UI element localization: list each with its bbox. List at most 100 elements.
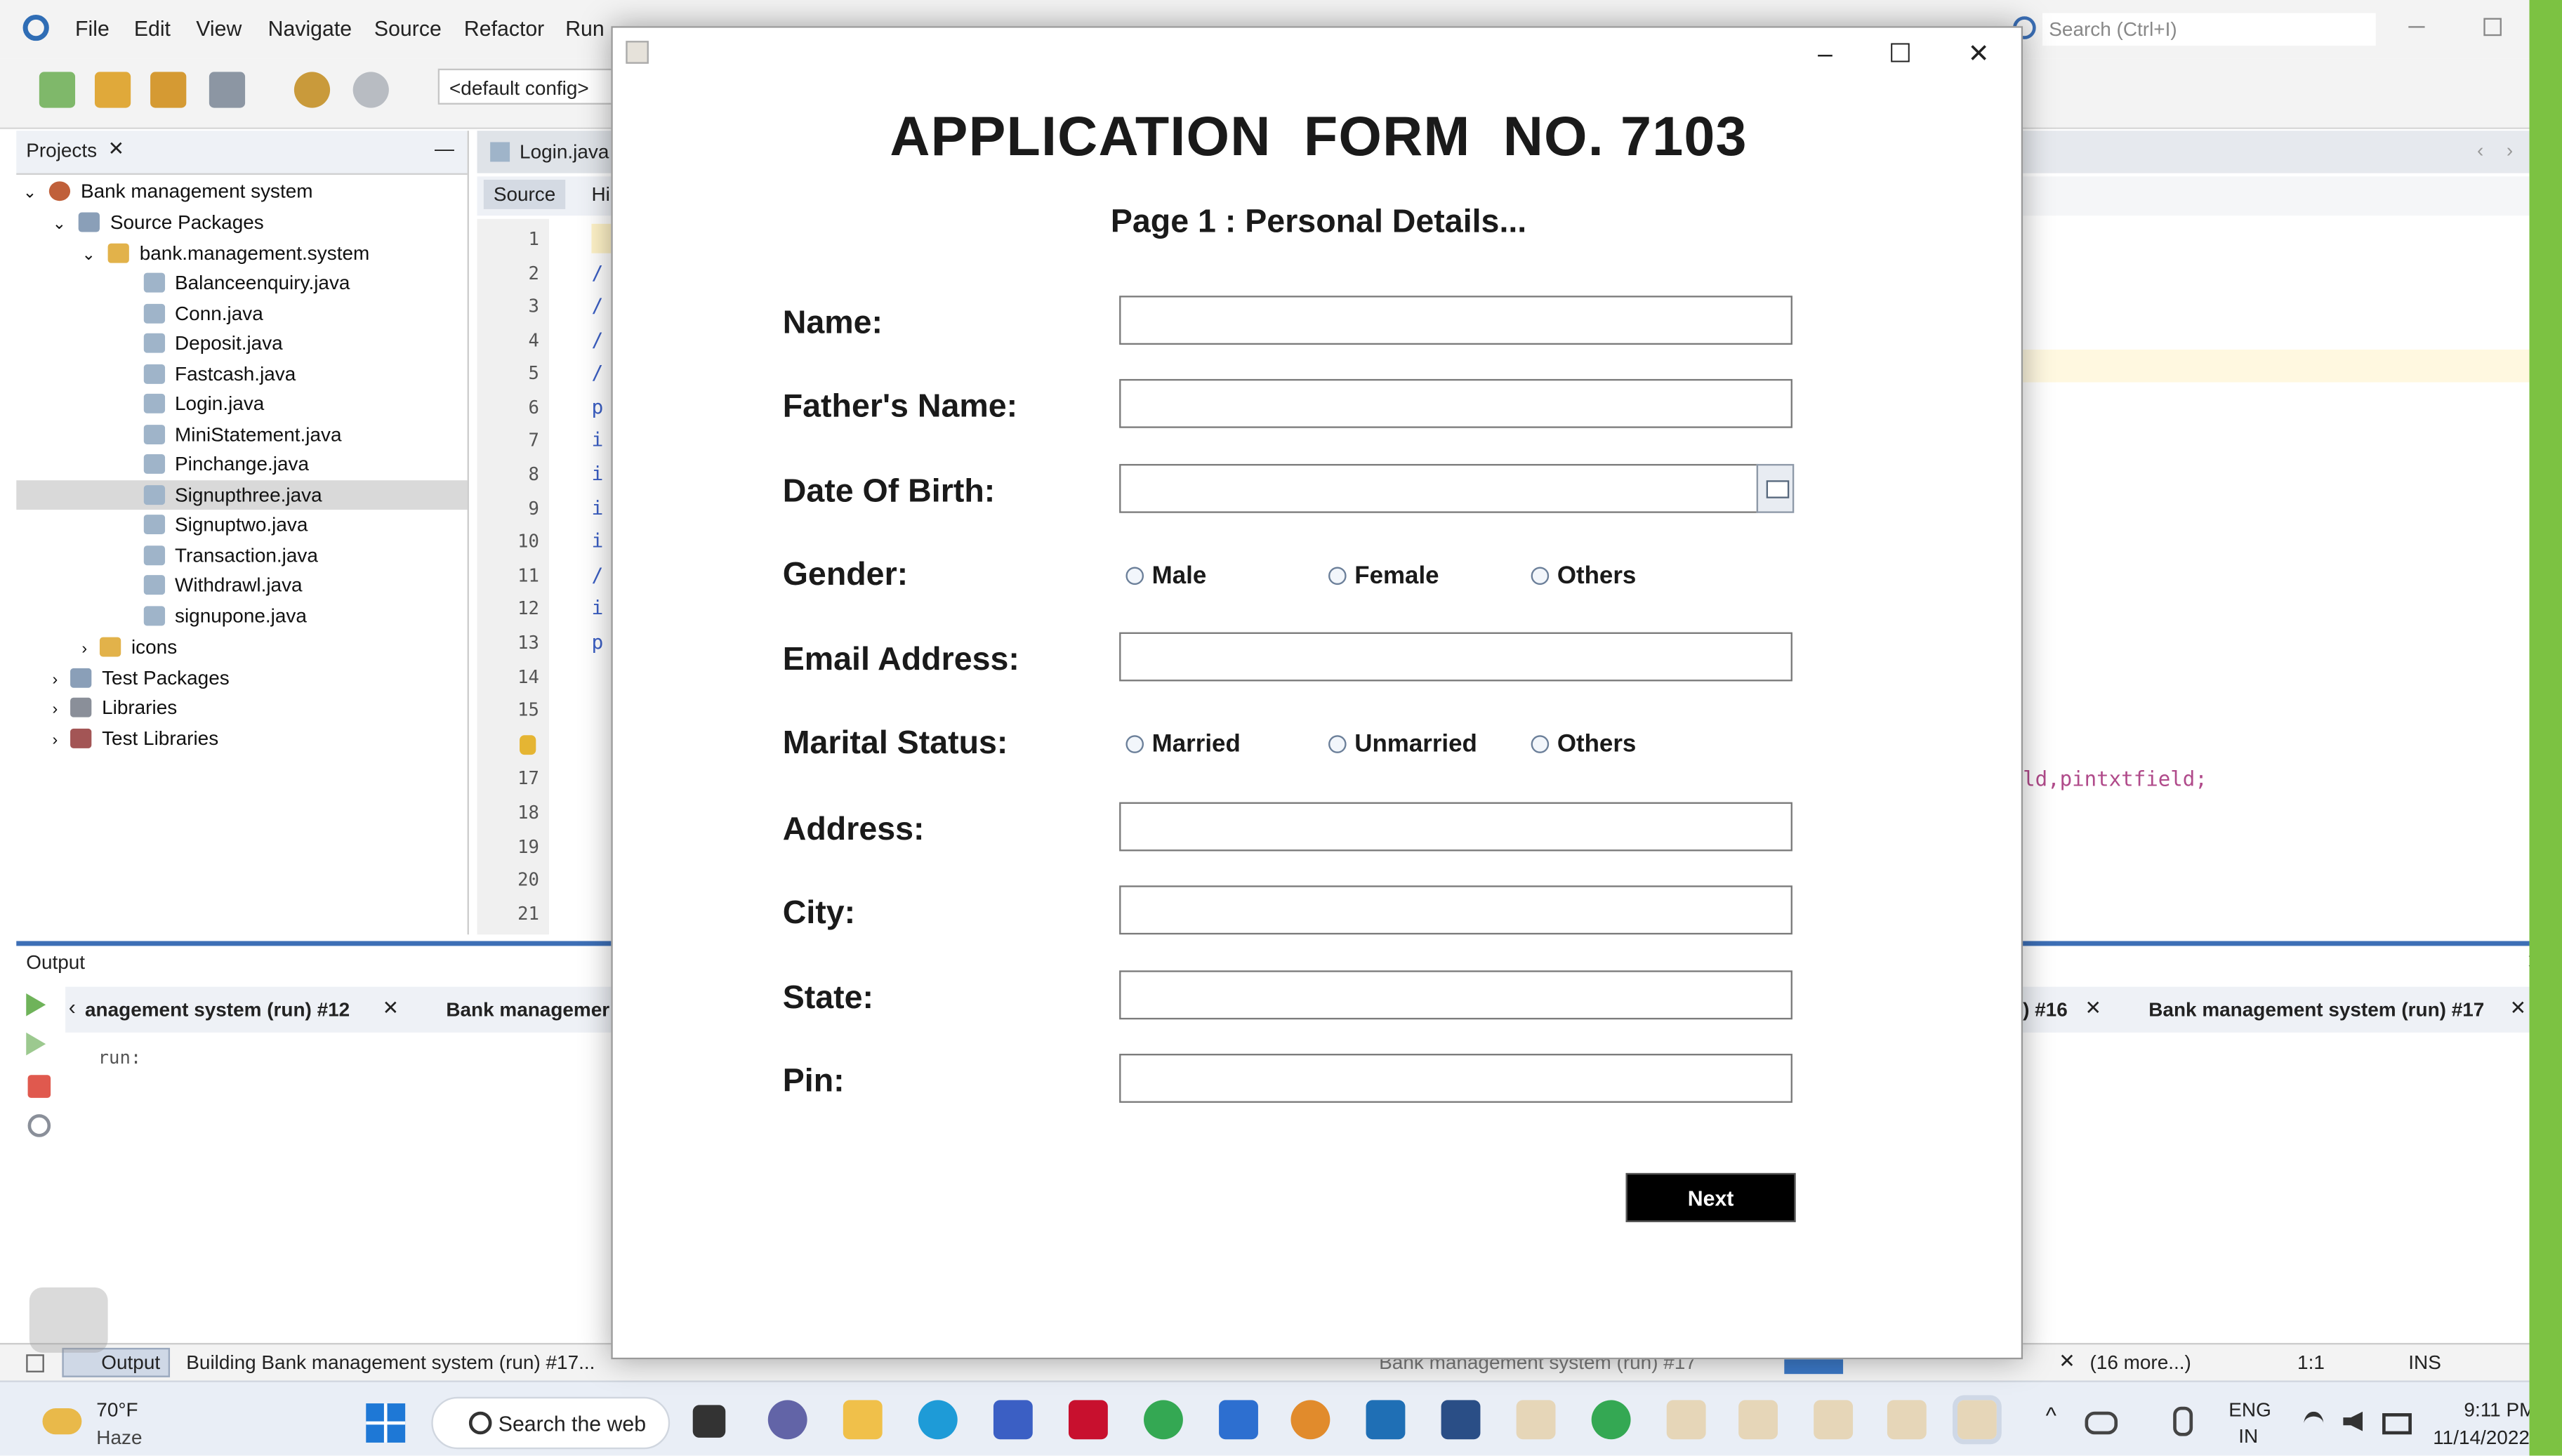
email-input[interactable] [1119, 632, 1792, 682]
city-input[interactable] [1119, 885, 1792, 935]
tree-project[interactable]: ⌄ Bank management system [23, 180, 313, 203]
tree-file-selected[interactable]: Signupthree.java [143, 484, 322, 506]
close-icon[interactable]: ✕ [108, 137, 124, 160]
name-input[interactable] [1119, 296, 1792, 345]
settings-icon[interactable] [27, 1114, 51, 1137]
language-top[interactable]: ENG [2228, 1398, 2271, 1422]
gender-others-radio[interactable]: Others [1531, 562, 1636, 590]
pin-input[interactable] [1119, 1054, 1792, 1103]
tree-icons-folder[interactable]: › icons [81, 635, 177, 658]
menu-refactor[interactable]: Refactor [464, 16, 544, 41]
chevron-left-icon[interactable]: ‹ [69, 995, 76, 1019]
java-icon[interactable] [1738, 1400, 1778, 1440]
tree-test-libraries[interactable]: › Test Libraries [52, 727, 218, 750]
menu-view[interactable]: View [196, 16, 242, 41]
chevron-up-icon[interactable]: ^ [2046, 1402, 2056, 1428]
tree-package[interactable]: ⌄ bank.management.system [81, 241, 369, 265]
menu-navigate[interactable]: Navigate [268, 16, 352, 41]
new-project-icon[interactable] [94, 72, 131, 108]
tree-file[interactable]: Pinchange.java [143, 453, 309, 475]
clock-time[interactable]: 9:11 PM [2464, 1398, 2535, 1422]
rerun-icon[interactable] [26, 993, 46, 1017]
new-file-icon[interactable] [39, 72, 76, 108]
close-icon[interactable]: ✕ [1946, 34, 2012, 77]
output-tab-run12[interactable]: anagement system (run) #12 [85, 998, 350, 1021]
tree-file[interactable]: Deposit.java [143, 331, 283, 355]
close-icon[interactable]: ✕ [2510, 997, 2526, 1020]
gender-female-radio[interactable]: Female [1328, 562, 1439, 590]
output-tab-run17[interactable]: Bank management system (run) #17 [2148, 998, 2484, 1021]
stop-icon[interactable] [27, 1075, 51, 1098]
chrome-icon[interactable] [1591, 1400, 1631, 1440]
output-tab-run16[interactable]: ) #16 [2023, 998, 2068, 1021]
config-select[interactable]: <default config> [437, 68, 615, 105]
weather-icon[interactable] [42, 1408, 82, 1435]
next-button[interactable]: Next [1625, 1172, 1796, 1222]
more-tasks[interactable]: (16 more...) [2089, 1351, 2191, 1375]
tree-file[interactable]: signupone.java [143, 604, 307, 628]
java-icon[interactable] [1516, 1400, 1556, 1440]
tree-file[interactable]: Login.java [143, 392, 264, 415]
java-icon-active[interactable] [1953, 1395, 2002, 1445]
clock-date[interactable]: 11/14/2022 [2433, 1427, 2530, 1450]
redo-icon[interactable] [352, 72, 389, 108]
menu-edit[interactable]: Edit [134, 16, 171, 41]
chrome-icon[interactable] [1144, 1400, 1183, 1440]
java-icon[interactable] [1666, 1400, 1706, 1440]
minimize-icon[interactable]: – [1792, 34, 1858, 77]
editor-tab-login[interactable]: Login.java [520, 140, 609, 164]
chat-icon[interactable] [767, 1400, 807, 1440]
taskbar-search[interactable]: Search the web [431, 1396, 671, 1450]
ide-restore-icon[interactable] [2483, 18, 2502, 37]
app-icon[interactable] [1441, 1400, 1481, 1440]
menu-file[interactable]: File [75, 16, 110, 41]
ide-minimize-icon[interactable] [2408, 26, 2425, 28]
calendar-icon[interactable] [1756, 463, 1795, 513]
undo-icon[interactable] [293, 72, 331, 108]
tree-file[interactable]: Fastcash.java [143, 363, 296, 385]
history-tab[interactable]: Hi [591, 183, 609, 206]
tree-file[interactable]: Conn.java [143, 303, 263, 325]
marital-married-radio[interactable]: Married [1125, 730, 1241, 758]
java-icon[interactable] [1814, 1400, 1854, 1440]
windows-start-icon[interactable] [366, 1403, 406, 1443]
tree-file[interactable]: MiniStatement.java [143, 423, 341, 446]
tree-file[interactable]: Withdrawl.java [143, 574, 303, 596]
wifi-icon[interactable] [2304, 1411, 2324, 1436]
microphone-icon[interactable] [2173, 1406, 2193, 1436]
tree-test-packages[interactable]: › Test Packages [52, 666, 229, 689]
menu-run[interactable]: Run [565, 16, 605, 41]
warning-bulb-icon[interactable] [520, 735, 536, 755]
tree-libraries[interactable]: › Libraries [52, 696, 177, 719]
save-all-icon[interactable] [209, 72, 246, 108]
marital-others-radio[interactable]: Others [1531, 730, 1636, 758]
source-tab[interactable]: Source [483, 179, 566, 209]
chevron-right-icon[interactable]: › [2507, 139, 2513, 162]
gender-male-radio[interactable]: Male [1125, 562, 1206, 590]
open-project-icon[interactable] [150, 72, 187, 108]
edge-icon[interactable] [918, 1400, 958, 1440]
output-tab-bank[interactable]: Bank managemer [446, 998, 609, 1021]
java-icon[interactable] [1887, 1400, 1927, 1440]
output-window-icon[interactable] [26, 1354, 44, 1372]
file-explorer-icon[interactable] [843, 1400, 883, 1440]
address-input[interactable] [1119, 802, 1792, 852]
dob-input[interactable] [1119, 463, 1759, 513]
close-icon[interactable]: ✕ [2059, 1349, 2075, 1372]
mcafee-icon[interactable] [1068, 1400, 1108, 1440]
maximize-icon[interactable]: ☐ [1868, 34, 1933, 77]
editor-right-area[interactable]: ‹ › ⌄ ld,pintxtfield; [2023, 131, 2562, 935]
father-name-input[interactable] [1119, 378, 1792, 428]
netbeans-icon[interactable] [1290, 1400, 1330, 1440]
tree-file[interactable]: Balanceenquiry.java [143, 271, 350, 294]
task-view-icon[interactable] [692, 1405, 726, 1438]
close-icon[interactable]: ✕ [383, 997, 399, 1020]
tree-source-packages[interactable]: ⌄ Source Packages [52, 211, 263, 234]
chevron-left-icon[interactable]: ‹ [2477, 139, 2483, 162]
marital-unmarried-radio[interactable]: Unmarried [1328, 730, 1477, 758]
tree-file[interactable]: Transaction.java [143, 544, 318, 567]
app-icon[interactable] [993, 1400, 1033, 1440]
battery-icon[interactable] [2382, 1413, 2412, 1435]
close-icon[interactable]: ✕ [2085, 997, 2101, 1020]
state-input[interactable] [1119, 970, 1792, 1020]
